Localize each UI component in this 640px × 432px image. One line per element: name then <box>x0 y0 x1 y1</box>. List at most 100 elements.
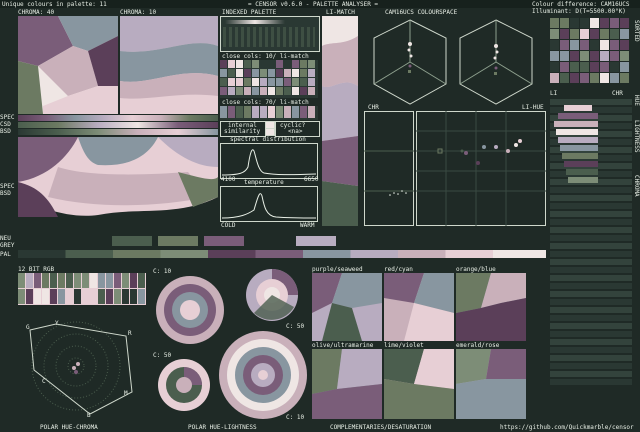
purple-seaweed-label: purple/seaweed <box>312 266 363 273</box>
palette-cell <box>252 78 259 86</box>
palette-cell <box>66 273 73 288</box>
palette-cell <box>260 78 267 86</box>
palette-cell <box>220 69 227 77</box>
red-cyan-label: red/cyan <box>384 266 413 273</box>
palette-cell <box>50 289 57 304</box>
palette-cell <box>610 40 619 50</box>
palette-cell <box>220 78 227 86</box>
li-chr-stripe <box>550 267 632 273</box>
palette-cell <box>570 73 579 83</box>
palette-cell <box>18 273 25 288</box>
temperature-label: temperature <box>244 179 284 186</box>
palette-cell <box>276 106 283 118</box>
palette-cell <box>300 78 307 86</box>
palette-cell <box>122 273 129 288</box>
li-chr-stripe <box>550 371 632 377</box>
palette-cell <box>284 78 291 86</box>
lime-violet-label: lime/violet <box>384 342 424 349</box>
li-chr-stripe <box>550 187 632 193</box>
palette-cell <box>90 273 97 288</box>
colour-difference-text: Colour difference: CAM16UCS <box>532 1 630 8</box>
complementaries-label: COMPLEMENTARIES/DESATURATION <box>330 424 432 431</box>
spec-max-label: 6650 <box>304 176 319 183</box>
palette-cell <box>580 51 589 61</box>
palette-cell <box>308 69 315 77</box>
palette-cell <box>550 18 559 28</box>
palette-cell <box>236 78 243 86</box>
palette-cell <box>308 78 315 86</box>
palette-cell <box>550 73 559 83</box>
li-hue-label: LI-HUE <box>522 104 544 111</box>
palette-cell <box>26 289 33 304</box>
palette-cell <box>268 106 275 118</box>
chroma-side-label: CHROMA <box>633 175 640 197</box>
palette-cell <box>600 62 609 72</box>
palette-cell <box>34 289 41 304</box>
li-chr-stripe <box>550 259 632 265</box>
illuminant-text: Illuminant: D(T=5500.00°K) <box>532 8 626 15</box>
palette-cell <box>236 69 243 77</box>
li-chr-stripe <box>550 363 632 369</box>
palette-cell <box>570 62 579 72</box>
palette-cell <box>58 273 65 288</box>
neu-swatch-1 <box>112 236 152 246</box>
chr2-label: CHR <box>612 90 623 97</box>
palette-cell <box>590 18 599 28</box>
limatch-plot <box>322 16 358 226</box>
palette-cell <box>620 18 629 28</box>
palette-cell <box>590 51 599 61</box>
similarity-label: similarity <box>224 128 261 135</box>
palette-cell <box>580 18 589 28</box>
palette-cell <box>580 62 589 72</box>
polar-hue-chroma-plot <box>29 321 133 415</box>
palette-cell <box>268 87 275 95</box>
palette-cell <box>74 273 81 288</box>
palette-cell <box>228 78 235 86</box>
palette-cell <box>600 29 609 39</box>
limatch-label: LI-MATCH <box>326 9 355 16</box>
palette-cell <box>98 273 105 288</box>
palette-cell <box>244 69 251 77</box>
c10a-label: C: 10 <box>153 268 172 275</box>
hue-label: HUE <box>633 95 640 106</box>
neu-swatch-4 <box>296 236 336 246</box>
chroma40-plot <box>18 16 118 114</box>
github-link[interactable]: https://github.com/Quickmarble/censor <box>500 424 634 431</box>
csd-label-1: CSD <box>0 121 11 128</box>
spec-strip <box>18 115 218 121</box>
chr-plot <box>364 111 414 226</box>
palette-cell <box>260 69 267 77</box>
polar-g-label: G <box>26 324 30 331</box>
grey-label: GREY <box>0 242 15 249</box>
palette-cell <box>284 60 291 68</box>
neu-swatch-2 <box>158 236 198 246</box>
cyclic-check[interactable] <box>265 128 275 136</box>
palette-cell <box>220 60 227 68</box>
palette-cell <box>300 87 307 95</box>
palette-cell <box>220 87 227 95</box>
palette-cell <box>570 51 579 61</box>
palette-cell <box>74 289 81 304</box>
li-chr-stripe <box>550 355 632 361</box>
palette-strip <box>18 250 546 258</box>
palette-cell <box>284 87 291 95</box>
palette-cell <box>560 73 569 83</box>
li-chr-stripe <box>550 235 632 241</box>
temperature-plot <box>220 186 318 222</box>
orange-blue-label: orange/blue <box>456 266 496 273</box>
unique-colours-text: Unique colours in palette: 11 <box>2 1 107 8</box>
olive-ultramarine-label: olive/ultramarine <box>312 342 374 349</box>
bsd-strip <box>18 129 218 135</box>
palette-cell <box>18 289 25 304</box>
purple-seaweed-plot <box>312 273 382 341</box>
palette-cell <box>308 87 315 95</box>
rgb12-label: 12 BIT RGB <box>18 266 55 273</box>
indexed-palette-label: INDEXED PALETTE <box>222 9 277 16</box>
polar-hue-chroma-label: POLAR HUE-CHROMA <box>40 424 98 431</box>
palette-cell <box>66 289 73 304</box>
palette-cell <box>560 18 569 28</box>
palette-cell <box>260 60 267 68</box>
palette-cell <box>560 29 569 39</box>
polar-hl-plot-3 <box>158 359 210 411</box>
palette-cell <box>228 87 235 95</box>
